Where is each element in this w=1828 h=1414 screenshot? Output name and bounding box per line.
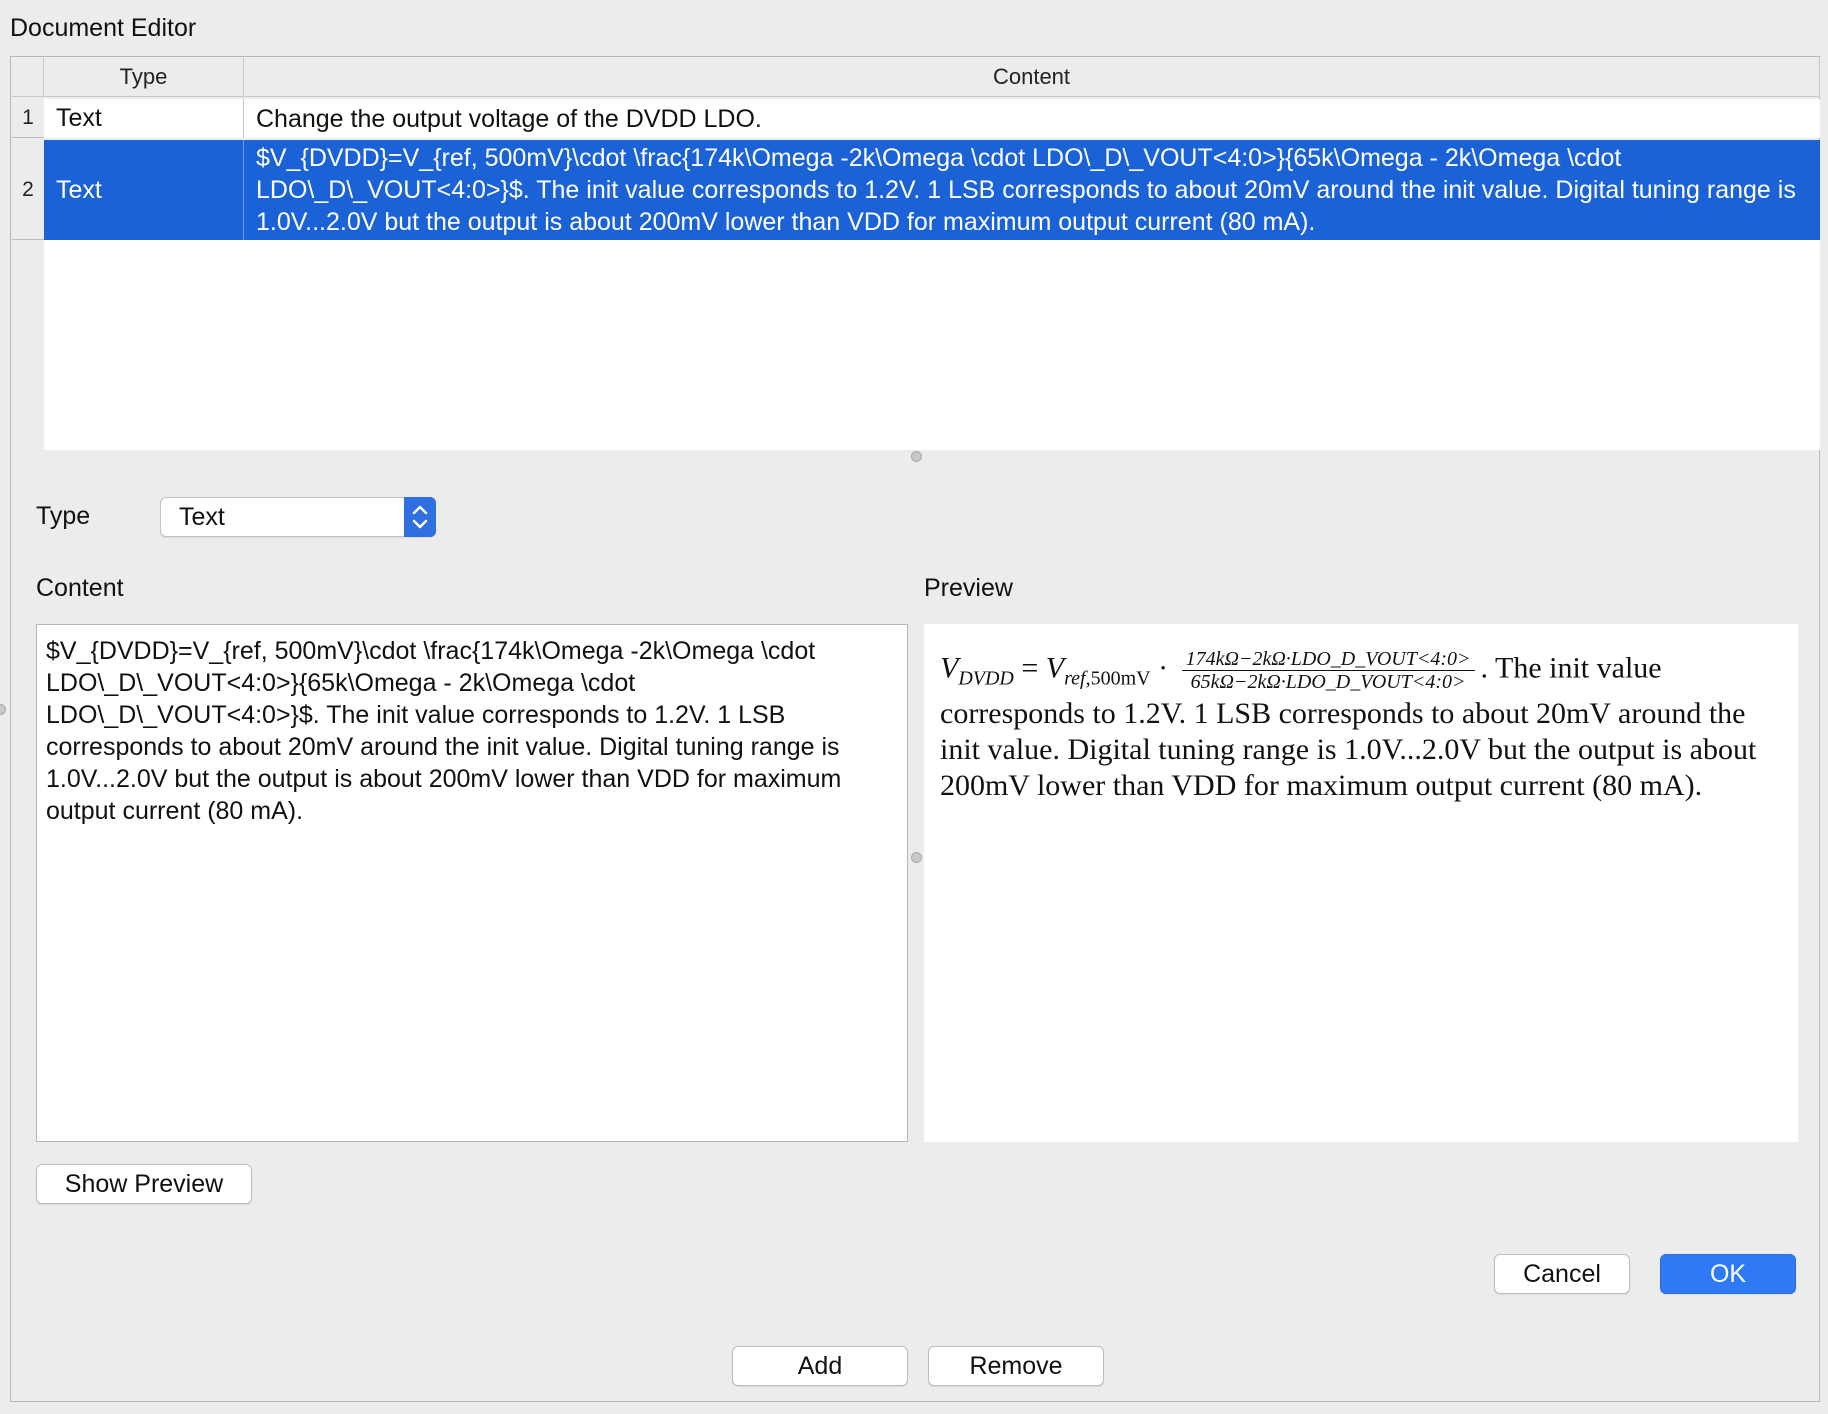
preview-lhs-sub: DVDD [958,667,1014,690]
updown-chevron-icon[interactable] [404,497,436,537]
show-preview-button[interactable]: Show Preview [36,1164,252,1204]
preview-fraction: 174kΩ−2kΩ·LDO_D_VOUT<4:0> 65kΩ−2kΩ·LDO_D… [1181,648,1475,693]
row-content-cell[interactable]: $V_{DVDD}=V_{ref, 500mV}\cdot \frac{174k… [244,140,1820,240]
preview-lhs: V [940,651,959,685]
fraction-numerator: 174kΩ−2kΩ·LDO_D_VOUT<4:0> [1181,648,1475,671]
preview-label: Preview [924,574,1013,602]
cancel-button[interactable]: Cancel [1494,1254,1630,1294]
preview-rhs: V [1045,651,1065,685]
content-textarea[interactable]: $V_{DVDD}=V_{ref, 500mV}\cdot \frac{174k… [36,624,908,1142]
header-content[interactable]: Content [244,58,1820,96]
table-row-selected[interactable]: Text $V_{DVDD}=V_{ref, 500mV}\cdot \frac… [44,140,1820,240]
header-divider [12,96,1820,97]
splitter-handle[interactable] [911,852,922,863]
window-title: Document Editor [10,14,197,42]
content-label: Content [36,574,124,602]
row-type-cell[interactable]: Text [44,140,244,240]
table-empty-area[interactable] [44,240,1820,450]
splitter-handle[interactable] [0,704,6,715]
fraction-denominator: 65kΩ−2kΩ·LDO_D_VOUT<4:0> [1190,671,1466,693]
preview-rhs-sub: ref,500mV [1064,667,1151,690]
header-rownum [12,58,44,96]
type-select[interactable]: Text [160,497,436,537]
ok-button[interactable]: OK [1660,1254,1796,1294]
row-type-cell[interactable]: Text [44,99,244,138]
type-select-value: Text [179,503,225,531]
preview-cdot: · [1158,651,1169,685]
row-number[interactable]: 1 [12,99,44,138]
preview-equals: = [1021,651,1039,685]
rows-table: Type Content 1 2 Text Change the output … [12,58,1820,450]
preview-pane: VDVDD = Vref,500mV · 174kΩ−2kΩ·LDO_D_VOU… [924,624,1798,1142]
add-button[interactable]: Add [732,1346,908,1386]
remove-button[interactable]: Remove [928,1346,1104,1386]
row-content-cell[interactable]: Change the output voltage of the DVDD LD… [244,99,1820,138]
header-type[interactable]: Type [44,58,244,96]
splitter-handle[interactable] [911,451,922,462]
type-label: Type [36,502,91,530]
table-row[interactable]: Text Change the output voltage of the DV… [44,99,1820,138]
row-number[interactable]: 2 [12,140,44,240]
